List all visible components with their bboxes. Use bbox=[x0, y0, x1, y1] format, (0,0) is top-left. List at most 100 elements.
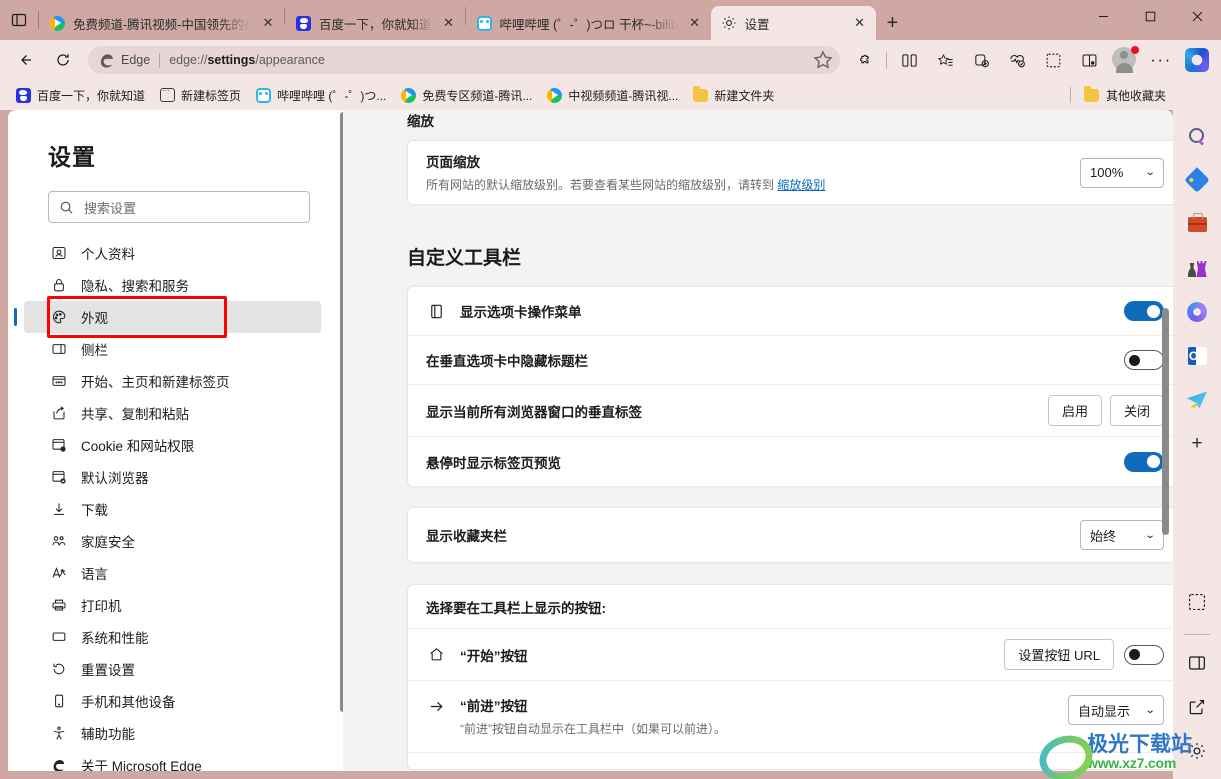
add-icon[interactable]: + bbox=[1179, 426, 1215, 462]
m365-icon[interactable] bbox=[1179, 294, 1215, 330]
extensions-icon[interactable] bbox=[849, 45, 879, 75]
sidebar-item-sidebar[interactable]: 侧栏 bbox=[24, 333, 321, 365]
enable-vertical-tabs-button[interactable]: 启用 bbox=[1047, 395, 1102, 426]
set-button-url-button[interactable]: 设置按钮 URL bbox=[1004, 639, 1114, 670]
split-screen-icon[interactable] bbox=[894, 45, 924, 75]
family-icon bbox=[50, 533, 67, 550]
sidebar-item-appearance[interactable]: 外观 bbox=[14, 301, 321, 333]
sidebar-item-downloads[interactable]: 下载 bbox=[24, 493, 321, 525]
new-tab-button[interactable]: + bbox=[876, 6, 910, 40]
tab-actions-menu-toggle[interactable] bbox=[1124, 301, 1164, 321]
open-external-icon[interactable] bbox=[1179, 689, 1215, 725]
hide-titlebar-toggle[interactable] bbox=[1124, 350, 1164, 370]
bilibili-icon bbox=[255, 87, 271, 103]
favorites-bar: 百度一下，你就知道 新建标签页 哔哩哔哩 (゜-゜)つ... 免费专区频道-腾讯… bbox=[0, 80, 1221, 110]
search-icon[interactable] bbox=[1179, 118, 1215, 154]
browser-essentials-icon[interactable] bbox=[1002, 45, 1032, 75]
back-button[interactable] bbox=[9, 45, 41, 75]
sidebar-item-default-browser[interactable]: 默认浏览器 bbox=[24, 461, 321, 493]
tab-1[interactable]: 免费频道-腾讯视频-中国领先的在 ✕ bbox=[39, 6, 284, 40]
copilot-button[interactable] bbox=[1182, 45, 1212, 75]
tab-4-settings[interactable]: 设置 ✕ bbox=[710, 6, 876, 40]
bookmark-item[interactable]: 哔哩哔哩 (゜-゜)つ... bbox=[248, 84, 393, 107]
sidebar-item-system-performance[interactable]: 系统和性能 bbox=[24, 621, 321, 653]
zoom-levels-link[interactable]: 缩放级别 bbox=[777, 178, 825, 192]
favorites-icon[interactable] bbox=[930, 45, 960, 75]
chevron-down-icon: ⌄ bbox=[1144, 167, 1156, 178]
tab-2[interactable]: 百度一下，你就知道 ✕ bbox=[285, 6, 465, 40]
other-favorites-item[interactable]: 其他收藏夹 bbox=[1077, 84, 1173, 107]
sidebar-item-label: 共享、复制和粘贴 bbox=[81, 407, 189, 422]
tab-close-button[interactable]: ✕ bbox=[258, 13, 278, 33]
vertical-tabs-buttons: 启用 关闭 bbox=[1047, 395, 1164, 426]
home-button-toggle[interactable] bbox=[1124, 644, 1164, 665]
games-icon[interactable] bbox=[1179, 250, 1215, 286]
sidebar-settings-icon[interactable] bbox=[1179, 733, 1215, 769]
sidebar-item-label: 个人资料 bbox=[81, 247, 135, 262]
tab-actions-menu-button[interactable] bbox=[0, 0, 38, 40]
shopping-tag-icon[interactable] bbox=[1179, 162, 1215, 198]
sidebar-item-label: 下载 bbox=[81, 503, 108, 518]
address-bar[interactable]: Edge edge://settings/appearance bbox=[88, 46, 840, 74]
split-pane-icon[interactable] bbox=[1179, 645, 1215, 681]
tencent-video-icon bbox=[546, 87, 562, 103]
page-viewport: 设置 搜索设置 个人资料 隐私、搜索和服务 外观 侧栏 开始、主页和新建标签页 … bbox=[8, 110, 1173, 771]
tab-close-button[interactable]: ✕ bbox=[850, 13, 870, 33]
refresh-button[interactable] bbox=[47, 45, 79, 75]
tencent-video-icon bbox=[400, 87, 416, 103]
screenshot-icon[interactable] bbox=[1179, 584, 1215, 620]
omnibox-divider bbox=[159, 52, 161, 68]
sidebar-item-printers[interactable]: 打印机 bbox=[24, 589, 321, 621]
sidebar-item-start-home-newtab[interactable]: 开始、主页和新建标签页 bbox=[24, 365, 321, 397]
minimize-button[interactable] bbox=[1080, 0, 1127, 32]
bookmark-item[interactable]: 新建标签页 bbox=[152, 84, 248, 107]
profile-button[interactable] bbox=[1112, 46, 1139, 73]
disable-vertical-tabs-button[interactable]: 关闭 bbox=[1109, 395, 1164, 426]
tab-close-button[interactable]: ✕ bbox=[439, 13, 459, 33]
sidebar-item-reset-settings[interactable]: 重置设置 bbox=[24, 653, 321, 685]
telegram-icon[interactable] bbox=[1179, 382, 1215, 418]
sidebar-item-languages[interactable]: 语言 bbox=[24, 557, 321, 589]
bookmark-item[interactable]: 中视频频道-腾讯视... bbox=[539, 84, 685, 107]
omnibox-url[interactable]: edge://settings/appearance bbox=[169, 53, 812, 67]
sidebar-item-share-copy-paste[interactable]: 共享、复制和粘贴 bbox=[24, 397, 321, 429]
favorites-bar-select[interactable]: 始终 ⌄ bbox=[1080, 520, 1164, 550]
close-button[interactable] bbox=[1174, 0, 1221, 32]
forward-button-row: “前进”按钮 “前进”按钮自动显示在工具栏中（如果可以前进）。 自动显示 ⌄ bbox=[408, 681, 1173, 753]
zoom-section-heading: 缩放 bbox=[407, 114, 434, 129]
bookmark-item[interactable]: 免费专区频道-腾讯... bbox=[393, 84, 539, 107]
outlook-icon[interactable] bbox=[1179, 338, 1215, 374]
forward-button-value: 自动显示 bbox=[1078, 703, 1131, 719]
sidebar-item-about-edge[interactable]: 关于 Microsoft Edge bbox=[24, 749, 321, 771]
omnibox-brand-label: Edge bbox=[121, 53, 151, 67]
sidebar-item-label: 隐私、搜索和服务 bbox=[81, 279, 189, 294]
tab-title: 设置 bbox=[744, 17, 770, 32]
tools-icon[interactable] bbox=[1179, 206, 1215, 242]
sidebar-item-accessibility[interactable]: 辅助功能 bbox=[24, 717, 321, 749]
forward-button-select[interactable]: 自动显示 ⌄ bbox=[1068, 695, 1164, 725]
sidebar-item-cookies[interactable]: Cookie 和网站权限 bbox=[24, 429, 321, 461]
maximize-button[interactable] bbox=[1127, 0, 1174, 32]
bookmark-item[interactable]: 百度一下，你就知道 bbox=[8, 84, 152, 107]
search-settings-input[interactable]: 搜索设置 bbox=[48, 191, 310, 223]
content-scrollbar[interactable] bbox=[1162, 308, 1169, 535]
collections-icon[interactable] bbox=[966, 45, 996, 75]
favorites-bar-value: 始终 bbox=[1090, 528, 1117, 544]
read-aloud-icon[interactable] bbox=[1074, 45, 1104, 75]
screenshot-icon[interactable] bbox=[1038, 45, 1068, 75]
tab-hover-preview-toggle[interactable] bbox=[1124, 451, 1164, 472]
tab-3[interactable]: 哔哩哔哩 (゜-゜)つロ 干杯~-bilib ✕ bbox=[466, 6, 711, 40]
add-favorite-icon[interactable] bbox=[812, 49, 834, 71]
more-options-icon[interactable]: ··· bbox=[1146, 45, 1176, 75]
tab-close-button[interactable]: ✕ bbox=[685, 13, 705, 33]
sidebar-item-profile[interactable]: 个人资料 bbox=[24, 237, 321, 269]
bookmark-item[interactable]: 新建文件夹 bbox=[685, 84, 781, 107]
sidebar-item-family-safety[interactable]: 家庭安全 bbox=[24, 525, 321, 557]
newtab-icon bbox=[159, 86, 175, 103]
lock-icon bbox=[50, 277, 67, 294]
sidebar-icon bbox=[50, 341, 67, 358]
sidebar-item-privacy[interactable]: 隐私、搜索和服务 bbox=[24, 269, 321, 301]
customize-toolbar-heading: 自定义工具栏 bbox=[407, 248, 522, 269]
page-zoom-select[interactable]: 100% ⌄ bbox=[1080, 157, 1164, 188]
sidebar-item-phone-devices[interactable]: 手机和其他设备 bbox=[24, 685, 321, 717]
